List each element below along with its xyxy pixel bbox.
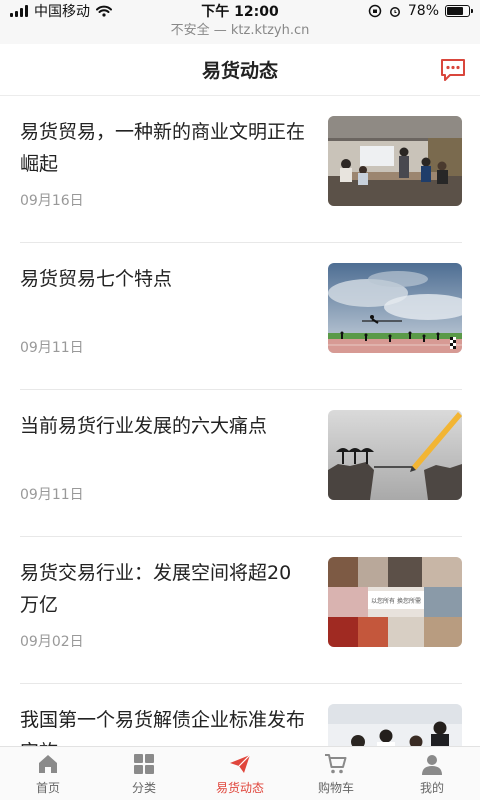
signal-icon	[10, 5, 28, 17]
article-title: 易货贸易七个特点	[20, 268, 173, 290]
article-title: 当前易货行业发展的六大痛点	[20, 415, 268, 437]
tab-label: 我的	[419, 780, 444, 795]
article-item[interactable]: 我国第一个易货解债企业标准发布实施	[20, 684, 462, 746]
article-title: 我国第一个易货解债企业标准发布实施	[20, 709, 306, 746]
home-icon	[39, 754, 57, 773]
article-thumbnail[interactable]	[328, 116, 462, 206]
article-title: 易货贸易，一种新的商业文明正在崛起	[20, 121, 306, 175]
collage-banner-text: 以您所有 换您所需	[371, 597, 421, 605]
article-list[interactable]: 易货贸易，一种新的商业文明正在崛起 09月16日 易货贸易七个特点 09月11日	[0, 96, 480, 746]
tab-profile[interactable]: 我的	[384, 747, 480, 800]
tab-label: 首页	[35, 780, 60, 795]
alarm-icon	[389, 7, 400, 17]
page-title: 易货动态	[201, 60, 278, 82]
tab-cart[interactable]: 购物车	[288, 747, 384, 800]
article-date: 09月11日	[20, 487, 84, 503]
article-item[interactable]: 易货贸易七个特点 09月11日	[20, 243, 462, 390]
tab-label: 购物车	[317, 780, 354, 795]
article-date: 09月16日	[20, 193, 84, 209]
article-title: 易货交易行业：发展空间将超20万亿	[20, 562, 292, 616]
wifi-icon	[96, 5, 112, 17]
battery-fill	[447, 7, 464, 15]
status-left: 中国移动	[10, 1, 112, 21]
tab-home[interactable]: 首页	[0, 747, 96, 800]
grid-icon	[134, 753, 154, 774]
article-date: 09月11日	[20, 340, 84, 356]
article-thumbnail[interactable]	[328, 410, 462, 500]
tab-bar: 首页 分类 易货动态 购物车 我的	[0, 746, 480, 800]
cart-icon	[325, 753, 347, 773]
tab-label: 分类	[131, 780, 156, 795]
article-item[interactable]: 当前易货行业发展的六大痛点 09月11日	[20, 390, 462, 537]
page-header: 易货动态	[0, 44, 480, 96]
user-icon	[422, 754, 442, 775]
orientation-lock-icon	[368, 4, 382, 18]
article-thumbnail[interactable]: 以您所有 换您所需	[328, 557, 462, 647]
tab-label: 易货动态	[215, 780, 264, 795]
paper-plane-icon	[230, 754, 251, 773]
article-item[interactable]: 易货交易行业：发展空间将超20万亿 09月02日 以您所有 换您所需	[20, 537, 462, 684]
url-bar[interactable]: 不安全 — ktz.ktzyh.cn	[0, 22, 480, 44]
article-item[interactable]: 易货贸易，一种新的商业文明正在崛起 09月16日	[20, 96, 462, 243]
tab-news[interactable]: 易货动态	[192, 747, 288, 800]
article-thumbnail[interactable]	[328, 704, 462, 746]
carrier-label: 中国移动	[34, 4, 90, 20]
status-bar: 中国移动 下午 12:00 78%	[0, 0, 480, 22]
tab-category[interactable]: 分类	[96, 747, 192, 800]
article-thumbnail[interactable]	[328, 263, 462, 353]
battery-percent: 78%	[407, 3, 439, 19]
battery-icon	[445, 5, 473, 17]
status-right: 78%	[368, 3, 473, 19]
article-date: 09月02日	[20, 634, 84, 650]
chat-bubble-icon[interactable]	[440, 58, 466, 82]
